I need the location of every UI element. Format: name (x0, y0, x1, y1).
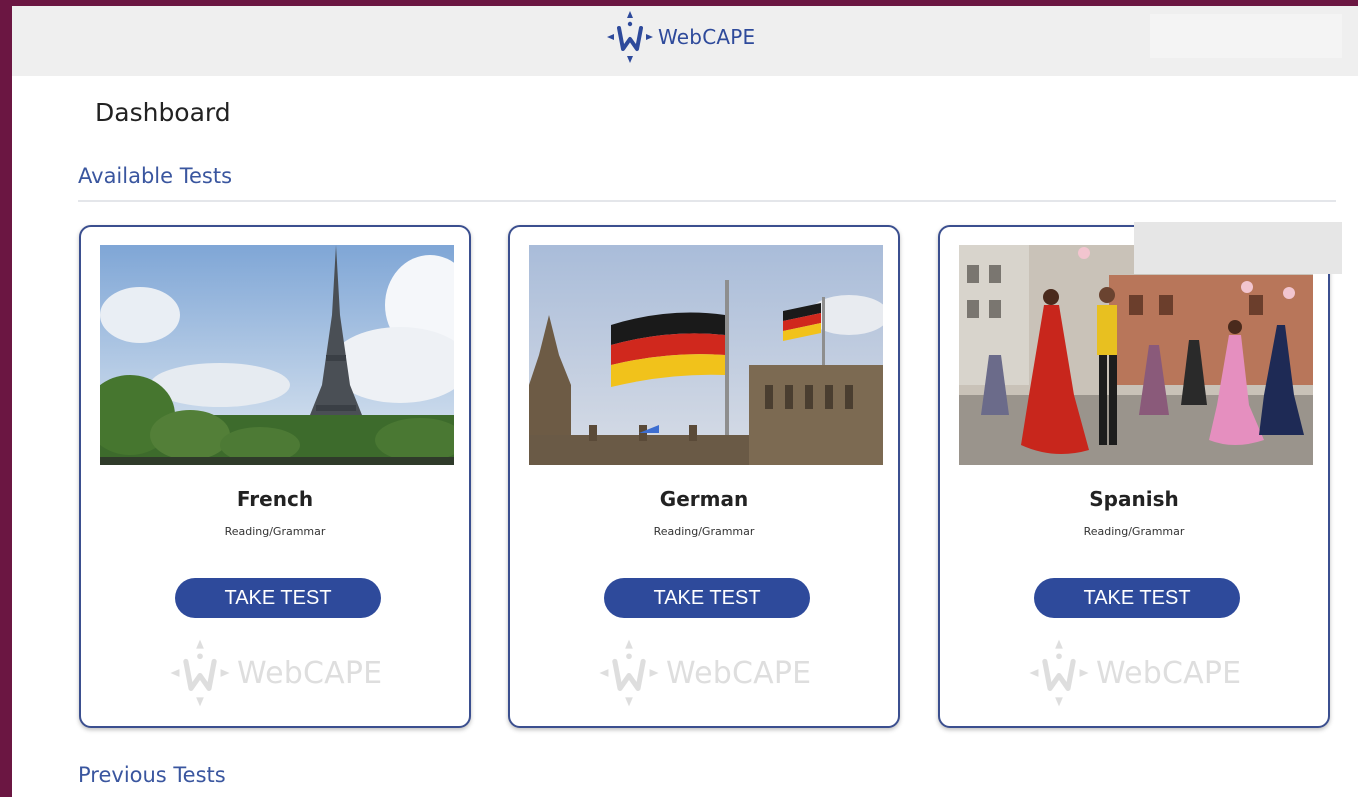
watermark-brand: WebCAPE (237, 655, 383, 691)
take-test-button-german[interactable]: TAKE TEST (604, 578, 810, 618)
header-logo[interactable]: WebCAPE (604, 6, 755, 68)
previous-tests-heading: Previous Tests (78, 763, 226, 787)
app-frame: WebCAPE Dashboard Available Tests French… (12, 6, 1358, 797)
webcape-compass-logo-icon (170, 639, 230, 707)
flamenco-dancers-photo (959, 245, 1313, 465)
watermark-brand: WebCAPE (666, 655, 812, 691)
available-tests-heading: Available Tests (78, 164, 233, 188)
card-watermark-logo: WebCAPE (165, 637, 382, 709)
test-card-french: French Reading/Grammar TAKE TEST WebCAPE (79, 225, 471, 728)
top-bar-user-area (1150, 14, 1342, 58)
card-watermark-logo: WebCAPE (1024, 637, 1241, 709)
webcape-compass-logo-icon (1029, 639, 1089, 707)
card-watermark-logo: WebCAPE (594, 637, 811, 709)
webcape-compass-logo-icon (607, 11, 653, 63)
take-test-button-spanish[interactable]: TAKE TEST (1034, 578, 1240, 618)
section-divider (78, 200, 1336, 202)
test-language: Spanish (1089, 487, 1179, 511)
test-card-spanish: Spanish Reading/Grammar TAKE TEST WebCAP… (938, 225, 1330, 728)
test-type: Reading/Grammar (224, 525, 326, 538)
page-title: Dashboard (95, 98, 231, 127)
top-bar: WebCAPE (12, 6, 1358, 76)
test-type: Reading/Grammar (653, 525, 755, 538)
redacted-overlay (1134, 222, 1342, 274)
take-test-button-french[interactable]: TAKE TEST (175, 578, 381, 618)
test-type: Reading/Grammar (1083, 525, 1185, 538)
webcape-compass-logo-icon (599, 639, 659, 707)
german-flags-reichstag-photo (529, 245, 883, 465)
eiffel-tower-photo (100, 245, 454, 465)
test-language: French (236, 487, 314, 511)
test-language: German (659, 487, 749, 511)
brand-name: WebCAPE (658, 25, 756, 49)
watermark-brand: WebCAPE (1096, 655, 1242, 691)
test-card-german: German Reading/Grammar TAKE TEST WebCAPE (508, 225, 900, 728)
